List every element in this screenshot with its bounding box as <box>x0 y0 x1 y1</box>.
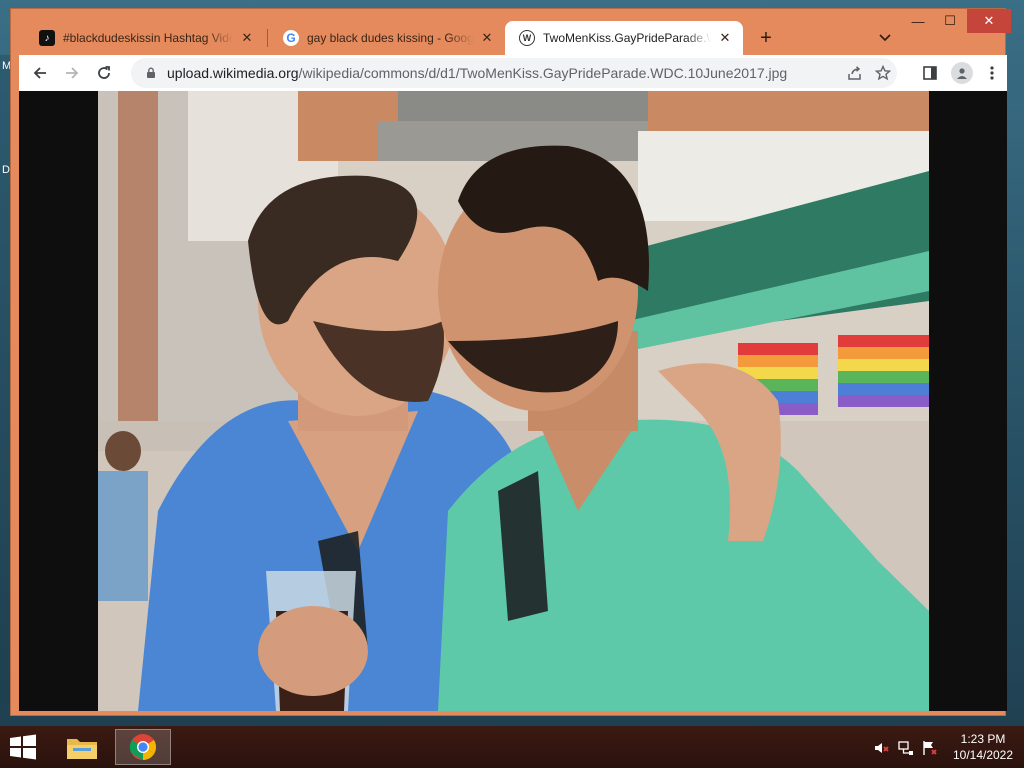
arrow-left-icon <box>33 67 46 79</box>
close-icon[interactable]: ✕ <box>239 30 255 46</box>
folder-icon <box>67 739 97 759</box>
bookmark-star-icon[interactable] <box>869 59 897 87</box>
avatar-icon <box>951 62 973 84</box>
tab-tiktok[interactable]: ♪ #blackdudeskissin Hashtag Videos on Ti… <box>25 21 265 55</box>
volume-muted-icon[interactable] <box>874 740 890 756</box>
clock-time: 1:23 PM <box>960 732 1006 746</box>
back-button[interactable] <box>27 60 53 86</box>
chrome-icon <box>129 734 157 761</box>
action-center-flag-icon[interactable] <box>922 740 938 756</box>
photo-illustration <box>98 91 929 711</box>
tab-title: TwoMenKiss.GayPrideParade.WDC.10June2017… <box>543 31 711 45</box>
arrow-right-icon <box>66 67 79 79</box>
tab-separator <box>267 29 268 47</box>
window-close-button[interactable]: ✕ <box>967 9 1011 33</box>
reload-button[interactable] <box>91 60 117 86</box>
address-bar[interactable]: upload.wikimedia.org/wikipedia/commons/d… <box>131 58 897 88</box>
wikimedia-icon: W <box>519 30 535 46</box>
system-clock[interactable]: 1:23 PM 10/14/2022 <box>950 731 1016 763</box>
tiktok-icon: ♪ <box>39 30 55 46</box>
desktop-icon-label-d: D <box>2 164 10 176</box>
more-vert-icon <box>990 66 994 80</box>
side-panel-button[interactable] <box>917 60 943 86</box>
clock-date: 10/14/2022 <box>952 748 1014 762</box>
tab-wikimedia-image[interactable]: W TwoMenKiss.GayPrideParade.WDC.10June20… <box>505 21 743 55</box>
maximize-button[interactable]: ☐ <box>933 9 967 33</box>
browser-toolbar: upload.wikimedia.org/wikipedia/commons/d… <box>19 55 1007 91</box>
share-icon[interactable] <box>841 59 869 87</box>
start-button[interactable] <box>8 734 38 760</box>
close-icon[interactable]: ✕ <box>479 30 495 46</box>
tab-strip: ♪ #blackdudeskissin Hashtag Videos on Ti… <box>11 9 1011 55</box>
reload-icon <box>98 66 110 79</box>
tab-google-search[interactable]: G gay black dudes kissing - Google Searc… <box>269 21 505 55</box>
url-host: upload.wikimedia.org <box>167 65 299 81</box>
forward-button[interactable] <box>59 60 85 86</box>
network-icon[interactable] <box>898 740 914 756</box>
new-tab-button[interactable]: + <box>753 25 779 51</box>
url-text[interactable]: upload.wikimedia.org/wikipedia/commons/d… <box>167 65 841 81</box>
minimize-button[interactable]: — <box>901 9 935 33</box>
profile-button[interactable] <box>949 60 975 86</box>
browser-window: ♪ #blackdudeskissin Hashtag Videos on Ti… <box>10 8 1011 716</box>
menu-button[interactable] <box>979 60 1005 86</box>
taskbar-file-explorer[interactable] <box>54 729 110 765</box>
close-icon[interactable]: ✕ <box>717 30 733 46</box>
tab-search-button[interactable] <box>873 26 897 50</box>
side-panel-icon <box>923 66 937 80</box>
tab-title: #blackdudeskissin Hashtag Videos on TikT… <box>63 31 233 45</box>
lock-icon[interactable] <box>143 65 159 81</box>
chevron-down-icon <box>879 34 891 42</box>
taskbar: 1:23 PM 10/14/2022 <box>0 726 1024 768</box>
taskbar-chrome[interactable] <box>115 729 171 765</box>
tab-title: gay black dudes kissing - Google Search <box>307 31 473 45</box>
url-path: /wikipedia/commons/d/d1/TwoMenKiss.GayPr… <box>298 65 788 81</box>
google-icon: G <box>283 30 299 46</box>
windows-logo-icon <box>10 734 36 760</box>
image-viewer <box>19 91 1007 711</box>
displayed-photo[interactable] <box>98 91 929 711</box>
